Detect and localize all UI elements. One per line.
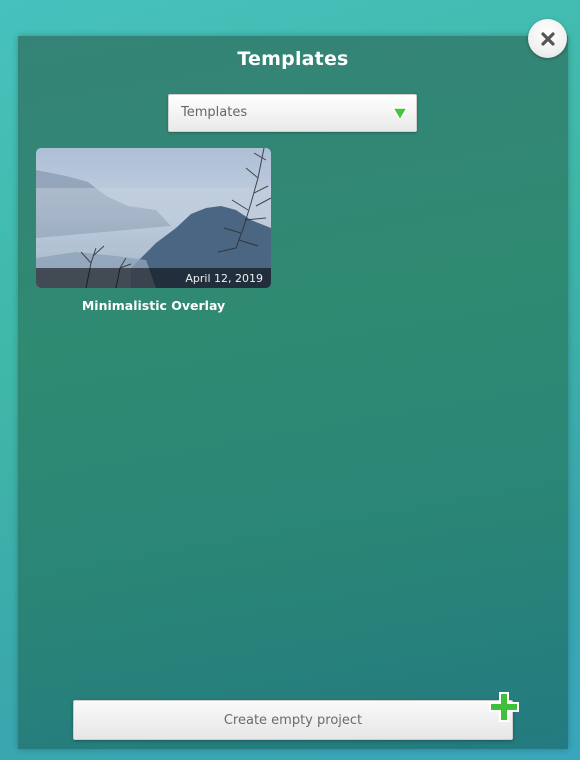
template-card[interactable]: April 12, 2019 Minimalistic Overlay <box>36 148 271 313</box>
close-button[interactable] <box>528 19 567 58</box>
dialog-title: Templates <box>237 48 349 70</box>
template-name: Minimalistic Overlay <box>81 298 226 313</box>
create-button-label: Create empty project <box>223 712 363 728</box>
close-icon <box>540 31 556 47</box>
template-thumbnail: April 12, 2019 <box>36 148 271 288</box>
dropdown-selected-value: Templates <box>181 105 248 120</box>
plus-icon[interactable] <box>486 689 522 725</box>
template-category-dropdown[interactable]: Templates <box>168 94 417 132</box>
chevron-down-icon <box>392 106 408 125</box>
templates-dialog: Templates Templates April 12, 2019 Minim… <box>18 36 568 749</box>
template-date: April 12, 2019 <box>185 272 263 285</box>
create-empty-project-button[interactable]: Create empty project <box>73 700 513 740</box>
